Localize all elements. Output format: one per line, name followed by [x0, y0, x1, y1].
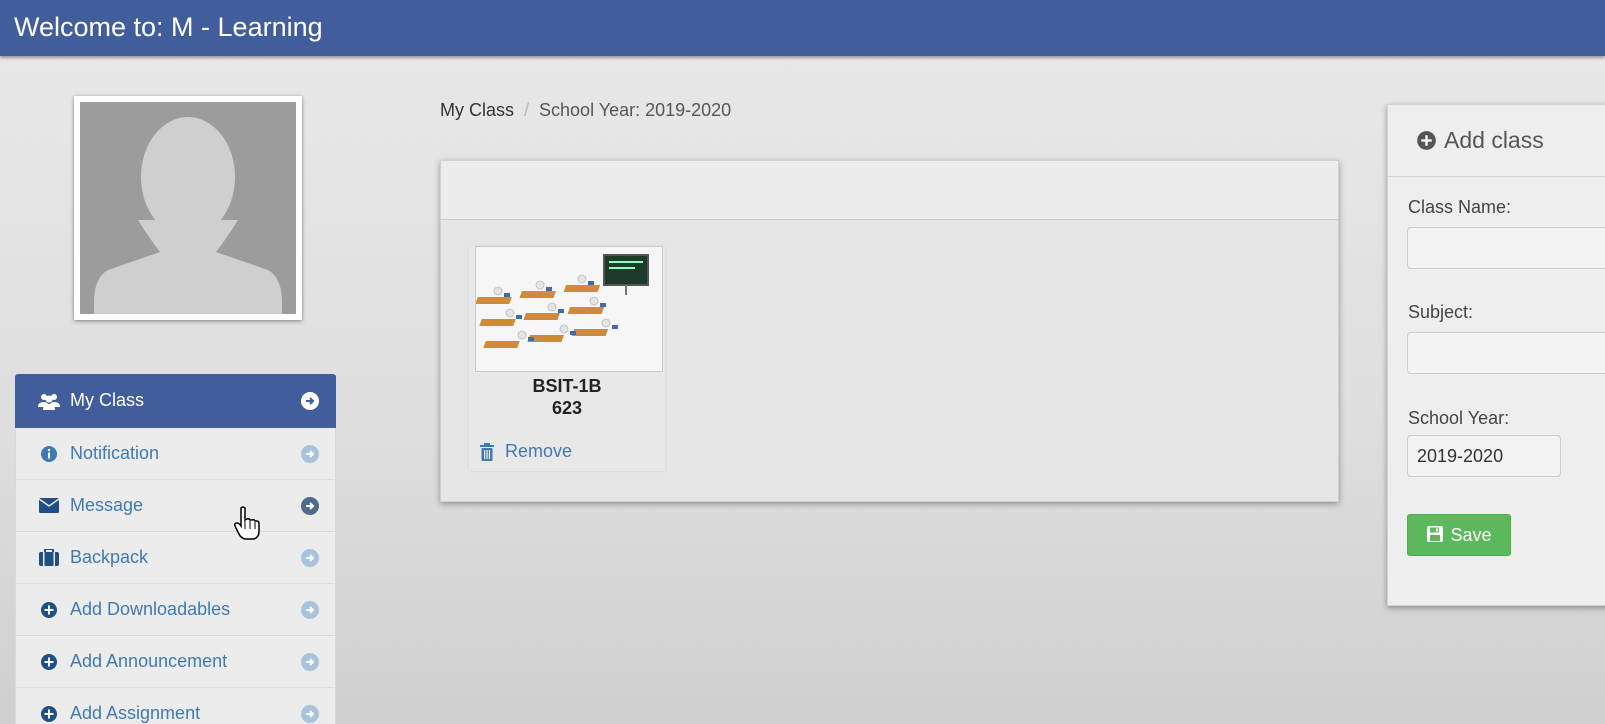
sidebar-item-label: Notification	[70, 443, 160, 463]
plus-circle-icon	[38, 599, 60, 621]
plus-circle-icon	[38, 651, 60, 673]
sidebar-item-label: Message	[70, 495, 144, 515]
breadcrumb-separator: /	[524, 100, 530, 120]
breadcrumb: My Class / School Year: 2019-2020	[440, 100, 731, 121]
arrow-right-icon	[301, 652, 319, 671]
arrow-right-icon	[301, 444, 319, 463]
add-class-panel: Add class Class Name: Subject: School Ye…	[1387, 104, 1605, 606]
arrow-right-icon	[301, 600, 319, 619]
sidebar-item-label: Backpack	[70, 547, 149, 567]
class-list-panel: BSIT-1B 623 Remove	[440, 160, 1339, 502]
sidebar-item-label: Add Assignment	[70, 703, 201, 723]
subject-label: Subject:	[1408, 302, 1474, 322]
breadcrumb-my-class[interactable]: My Class	[440, 100, 514, 120]
sidebar-item-label: Add Downloadables	[70, 599, 231, 619]
panel-header	[441, 161, 1338, 220]
briefcase-icon	[38, 547, 60, 569]
sidebar-item-add-announcement[interactable]: Add Announcement	[15, 636, 336, 688]
hand-pointer-icon	[233, 506, 261, 540]
add-class-title: Add class	[1444, 127, 1544, 153]
class-code: 623	[551, 398, 583, 418]
envelope-icon	[38, 495, 60, 517]
sidebar-item-backpack[interactable]: Backpack	[15, 532, 336, 584]
sidebar-item-label: Add Announcement	[70, 651, 228, 671]
remove-label: Remove	[505, 441, 573, 461]
remove-class-button[interactable]: Remove	[479, 441, 572, 462]
subject-input[interactable]	[1407, 332, 1605, 374]
plus-circle-icon	[38, 703, 60, 724]
arrow-right-icon	[301, 391, 319, 410]
floppy-disk-icon	[1426, 526, 1444, 544]
save-label: Save	[1450, 524, 1492, 545]
breadcrumb-school-year: School Year: 2019-2020	[539, 100, 732, 120]
sidebar-item-add-downloadables[interactable]: Add Downloadables	[15, 584, 336, 636]
classroom-image[interactable]	[475, 246, 663, 372]
plus-circle-icon	[1416, 130, 1438, 152]
sidebar-item-add-assignment[interactable]: Add Assignment	[15, 688, 336, 724]
arrow-right-icon	[301, 496, 319, 515]
class-card: BSIT-1B 623 Remove	[469, 246, 665, 471]
sidebar-item-notification[interactable]: Notification	[15, 428, 336, 480]
app-header: Welcome to: M - Learning	[0, 0, 1605, 56]
sidebar-item-message[interactable]: Message	[15, 480, 336, 532]
sidebar-item-label: My Class	[70, 390, 145, 410]
arrow-right-icon	[301, 548, 319, 567]
class-name: BSIT-1B	[532, 376, 602, 396]
class-name-input[interactable]	[1407, 227, 1605, 269]
sidebar-item-my-class[interactable]: My Class	[15, 374, 336, 428]
add-class-header: Add class	[1388, 105, 1605, 177]
avatar-placeholder-icon	[80, 102, 296, 314]
trash-icon	[479, 442, 497, 461]
school-year-label: School Year:	[1408, 408, 1510, 428]
app-title: Welcome to: M - Learning	[14, 12, 323, 42]
arrow-right-icon	[301, 704, 319, 723]
avatar	[74, 96, 302, 320]
users-icon	[38, 390, 60, 412]
class-name-label: Class Name:	[1408, 197, 1512, 217]
info-icon	[38, 443, 60, 465]
sidebar-nav: My Class Notification Message Backpack A…	[15, 374, 336, 724]
school-year-input[interactable]	[1407, 435, 1561, 477]
save-button[interactable]: Save	[1407, 514, 1511, 556]
